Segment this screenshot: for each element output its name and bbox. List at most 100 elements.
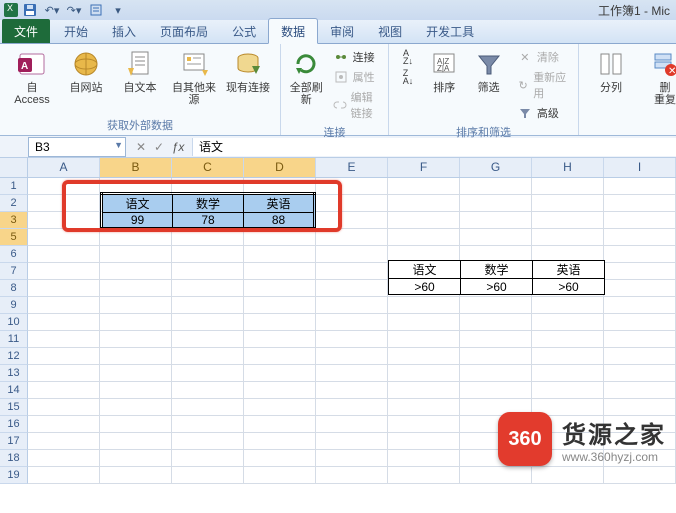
filter-button[interactable]: 筛选 [469, 48, 507, 94]
cell[interactable] [28, 348, 100, 365]
cell[interactable] [244, 433, 316, 450]
cell[interactable] [316, 416, 388, 433]
cell[interactable] [460, 229, 532, 246]
cell[interactable] [604, 297, 676, 314]
from-other-button[interactable]: 自其他来源 [170, 48, 218, 106]
row-header[interactable]: 14 [0, 382, 28, 399]
tab-data[interactable]: 数据 [268, 18, 318, 44]
cell[interactable] [172, 297, 244, 314]
crit-value-cell[interactable]: >60 [533, 279, 605, 295]
cell[interactable] [100, 450, 172, 467]
row-header[interactable]: 3 [0, 212, 28, 229]
cell[interactable] [316, 280, 388, 297]
column-header[interactable]: I [604, 158, 676, 177]
cell[interactable] [244, 297, 316, 314]
cell[interactable] [244, 416, 316, 433]
cell[interactable] [604, 280, 676, 297]
column-header[interactable]: F [388, 158, 460, 177]
crit-header-cell[interactable]: 语文 [389, 261, 461, 279]
cell[interactable] [244, 348, 316, 365]
cell[interactable] [460, 297, 532, 314]
from-web-button[interactable]: 自网站 [62, 48, 110, 94]
cell[interactable] [316, 331, 388, 348]
save-button[interactable] [22, 2, 38, 18]
cell[interactable] [172, 229, 244, 246]
cell[interactable] [28, 280, 100, 297]
cell[interactable] [316, 229, 388, 246]
from-access-button[interactable]: A自 Access [8, 48, 56, 106]
cell[interactable] [532, 178, 604, 195]
row-header[interactable]: 11 [0, 331, 28, 348]
cell[interactable] [316, 382, 388, 399]
name-box-dropdown-icon[interactable]: ▼ [114, 140, 123, 150]
cell[interactable] [172, 280, 244, 297]
cell[interactable] [316, 195, 388, 212]
cell[interactable] [100, 348, 172, 365]
sel-value-cell[interactable]: 99 [102, 213, 173, 229]
cell[interactable] [604, 331, 676, 348]
cell[interactable] [172, 399, 244, 416]
cell[interactable] [100, 433, 172, 450]
cell[interactable] [244, 365, 316, 382]
cell[interactable] [172, 348, 244, 365]
row-header[interactable]: 17 [0, 433, 28, 450]
cell[interactable] [388, 399, 460, 416]
refresh-all-button[interactable]: 全部刷新 [289, 48, 324, 106]
existing-connections-button[interactable]: 现有连接 [224, 48, 272, 94]
name-box[interactable]: B3▼ [28, 137, 126, 157]
column-header[interactable]: B [100, 158, 172, 177]
sel-value-cell[interactable]: 78 [173, 213, 244, 229]
cell[interactable] [316, 297, 388, 314]
tab-review[interactable]: 审阅 [318, 19, 366, 43]
cell[interactable] [100, 246, 172, 263]
cell[interactable] [244, 229, 316, 246]
cell[interactable] [388, 195, 460, 212]
qat-customize-button[interactable]: ▾ [110, 2, 126, 18]
cell[interactable] [172, 263, 244, 280]
cell[interactable] [388, 314, 460, 331]
column-header[interactable]: E [316, 158, 388, 177]
cell[interactable] [388, 416, 460, 433]
cell[interactable] [460, 314, 532, 331]
cell[interactable] [316, 399, 388, 416]
cell[interactable] [532, 195, 604, 212]
redo-button[interactable]: ↷▾ [66, 2, 82, 18]
sort-button[interactable]: A|ZZ|A排序 [425, 48, 463, 94]
cell[interactable] [316, 433, 388, 450]
cell[interactable] [28, 314, 100, 331]
cell[interactable] [604, 246, 676, 263]
cell[interactable] [316, 348, 388, 365]
cell[interactable] [388, 212, 460, 229]
cell[interactable] [460, 331, 532, 348]
cell[interactable] [172, 467, 244, 484]
tab-home[interactable]: 开始 [52, 19, 100, 43]
cell[interactable] [316, 178, 388, 195]
tab-view[interactable]: 视图 [366, 19, 414, 43]
row-header[interactable]: 18 [0, 450, 28, 467]
cell[interactable] [100, 399, 172, 416]
row-header[interactable]: 1 [0, 178, 28, 195]
cell[interactable] [28, 297, 100, 314]
cell[interactable] [28, 195, 100, 212]
cell[interactable] [172, 433, 244, 450]
selected-range[interactable]: 语文 数学 英语 99 78 88 [100, 192, 316, 230]
cell[interactable] [244, 450, 316, 467]
cell[interactable] [100, 382, 172, 399]
cell[interactable] [532, 348, 604, 365]
cell[interactable] [388, 467, 460, 484]
row-header[interactable]: 8 [0, 280, 28, 297]
cell[interactable] [604, 195, 676, 212]
cell[interactable] [388, 450, 460, 467]
cell[interactable] [316, 365, 388, 382]
cell[interactable] [388, 229, 460, 246]
edit-links-button[interactable]: 编辑链接 [330, 88, 380, 122]
reapply-button[interactable]: ↻重新应用 [514, 68, 570, 102]
cell[interactable] [28, 178, 100, 195]
cell[interactable] [604, 365, 676, 382]
cell[interactable] [388, 348, 460, 365]
tab-developer[interactable]: 开发工具 [414, 19, 486, 43]
advanced-filter-button[interactable]: 高级 [514, 104, 570, 122]
row-header[interactable]: 7 [0, 263, 28, 280]
cell[interactable] [532, 365, 604, 382]
row-header[interactable]: 2 [0, 195, 28, 212]
